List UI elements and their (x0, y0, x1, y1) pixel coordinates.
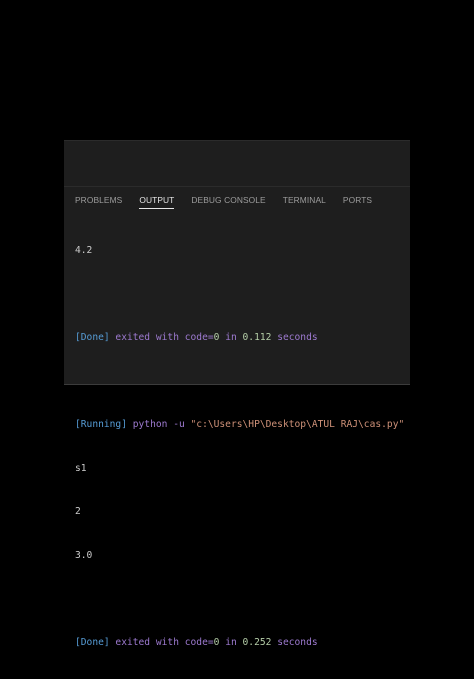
done-unit: seconds (271, 636, 318, 648)
output-line-running: [Running] python -u "c:\Users\HP\Desktop… (75, 418, 406, 433)
done-in-text: in (219, 332, 243, 343)
output-line: s1 (75, 462, 406, 477)
output-blank-line (75, 592, 406, 607)
output-line: 4.2 (75, 244, 406, 259)
done-status: [Done] (75, 332, 110, 343)
panel-tab-bar: PROBLEMS OUTPUT DEBUG CONSOLE TERMINAL P… (64, 187, 410, 213)
output-line: 3.0 (75, 549, 406, 564)
tab-debug-console[interactable]: DEBUG CONSOLE (191, 187, 265, 213)
output-blank-line (75, 375, 406, 390)
panel-bottom-border (64, 384, 410, 385)
output-blank-line (75, 288, 406, 303)
done-code-label: code= (184, 332, 214, 343)
output-value: 2 (75, 506, 81, 517)
tab-output[interactable]: OUTPUT (139, 187, 175, 213)
output-value: s1 (75, 462, 87, 474)
running-path: "c:\Users\HP\Desktop\ATUL RAJ\cas.py" (190, 419, 405, 430)
done-status: [Done] (75, 636, 110, 648)
done-time: 0.112 (242, 332, 272, 343)
tab-terminal[interactable]: TERMINAL (283, 187, 326, 213)
done-code-label: code= (184, 636, 214, 648)
tab-ports[interactable]: PORTS (343, 187, 372, 213)
output-value: 4.2 (75, 245, 93, 256)
done-time: 0.252 (242, 636, 272, 648)
done-unit: seconds (271, 332, 318, 343)
running-command: python -u (126, 419, 191, 430)
output-line: 2 (75, 505, 406, 520)
output-value: 3.0 (75, 549, 93, 561)
output-panel: PROBLEMS OUTPUT DEBUG CONSOLE TERMINAL P… (64, 140, 410, 648)
done-text: exited with (109, 332, 185, 343)
output-text-area[interactable]: 4.2 [Done] exited with code=0 in 0.112 s… (75, 215, 406, 679)
output-line-done: [Done] exited with code=0 in 0.112 secon… (75, 331, 406, 346)
done-text: exited with (109, 636, 185, 648)
output-line-done: [Done] exited with code=0 in 0.252 secon… (75, 636, 406, 651)
tab-problems[interactable]: PROBLEMS (75, 187, 122, 213)
panel-header-area (64, 141, 410, 187)
done-in-text: in (219, 636, 243, 648)
running-status: [Running] (75, 419, 127, 430)
